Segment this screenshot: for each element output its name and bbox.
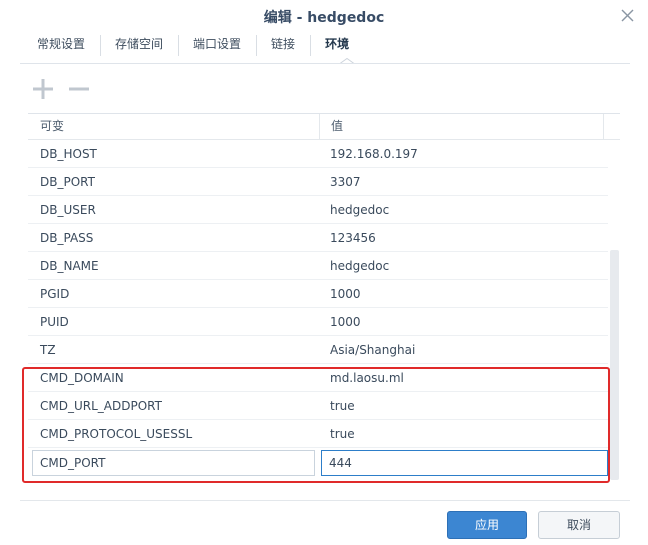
table-row[interactable]: PUID 1000 [28, 308, 608, 336]
table-row[interactable]: CMD_PROTOCOL_USESSL true [28, 420, 608, 448]
variable-cell: DB_NAME [40, 259, 99, 273]
table-row[interactable]: CMD_URL_ADDPORT true [28, 392, 608, 420]
window-title: 编辑 - hedgedoc [263, 10, 385, 26]
cancel-button[interactable]: 取消 [538, 511, 620, 539]
tab-environment[interactable]: 环境 [310, 33, 364, 58]
toolbar [30, 76, 102, 102]
variable-cell: DB_HOST [40, 147, 97, 161]
close-button[interactable] [621, 9, 634, 22]
tab-bar: 常规设置 存储空间 端口设置 链接 环境 [22, 33, 364, 58]
title-bar: 编辑 - hedgedoc [0, 0, 648, 32]
plus-icon [33, 79, 53, 99]
variable-cell: TZ [40, 343, 56, 357]
table-row[interactable]: DB_PASS 123456 [28, 224, 608, 252]
value-cell: 1000 [330, 287, 361, 301]
environment-table: 可变 值 DB_HOST 192.168.0.197 DB_PORT 3307 … [28, 113, 620, 485]
table-body: DB_HOST 192.168.0.197 DB_PORT 3307 DB_US… [28, 140, 608, 476]
vertical-scrollbar[interactable] [610, 250, 619, 480]
variable-cell: DB_PORT [40, 175, 95, 189]
column-divider[interactable] [603, 114, 604, 139]
table-row[interactable]: CMD_DOMAIN md.laosu.ml [28, 364, 608, 392]
add-button[interactable] [30, 76, 56, 102]
tab-divider [20, 63, 630, 64]
value-cell: hedgedoc [330, 259, 390, 273]
value-cell: 1000 [330, 315, 361, 329]
value-cell: Asia/Shanghai [330, 343, 416, 357]
table-row-editing[interactable]: CMD_PORT 444 [28, 448, 608, 476]
close-icon [621, 9, 634, 22]
column-header-value[interactable]: 值 [319, 114, 603, 139]
value-cell: true [330, 427, 355, 441]
minus-icon [69, 87, 89, 91]
variable-input[interactable]: CMD_PORT [32, 450, 315, 476]
table-row[interactable]: DB_USER hedgedoc [28, 196, 608, 224]
value-cell: 123456 [330, 231, 376, 245]
table-row[interactable]: DB_HOST 192.168.0.197 [28, 140, 608, 168]
variable-cell: PUID [40, 315, 69, 329]
value-cell: 3307 [330, 175, 361, 189]
table-header: 可变 值 [28, 114, 620, 140]
variable-cell: CMD_URL_ADDPORT [40, 399, 162, 413]
column-header-variable[interactable]: 可变 [28, 114, 318, 139]
footer-divider [20, 500, 630, 501]
variable-cell: CMD_DOMAIN [40, 371, 124, 385]
tab-storage[interactable]: 存储空间 [100, 33, 178, 58]
value-cell: md.laosu.ml [330, 371, 404, 385]
variable-cell: PGID [40, 287, 70, 301]
value-cell: true [330, 399, 355, 413]
value-input[interactable]: 444 [321, 450, 608, 476]
variable-cell: DB_PASS [40, 231, 94, 245]
remove-button[interactable] [66, 76, 92, 102]
value-cell: 192.168.0.197 [330, 147, 418, 161]
tab-ports[interactable]: 端口设置 [178, 33, 256, 58]
variable-cell: CMD_PROTOCOL_USESSL [40, 427, 193, 441]
value-cell: hedgedoc [330, 203, 390, 217]
table-row[interactable]: DB_PORT 3307 [28, 168, 608, 196]
tab-links[interactable]: 链接 [256, 33, 310, 58]
table-row[interactable]: DB_NAME hedgedoc [28, 252, 608, 280]
table-row[interactable]: PGID 1000 [28, 280, 608, 308]
apply-button[interactable]: 应用 [447, 511, 527, 539]
tab-general[interactable]: 常规设置 [22, 33, 100, 58]
variable-cell: DB_USER [40, 203, 96, 217]
table-row[interactable]: TZ Asia/Shanghai [28, 336, 608, 364]
